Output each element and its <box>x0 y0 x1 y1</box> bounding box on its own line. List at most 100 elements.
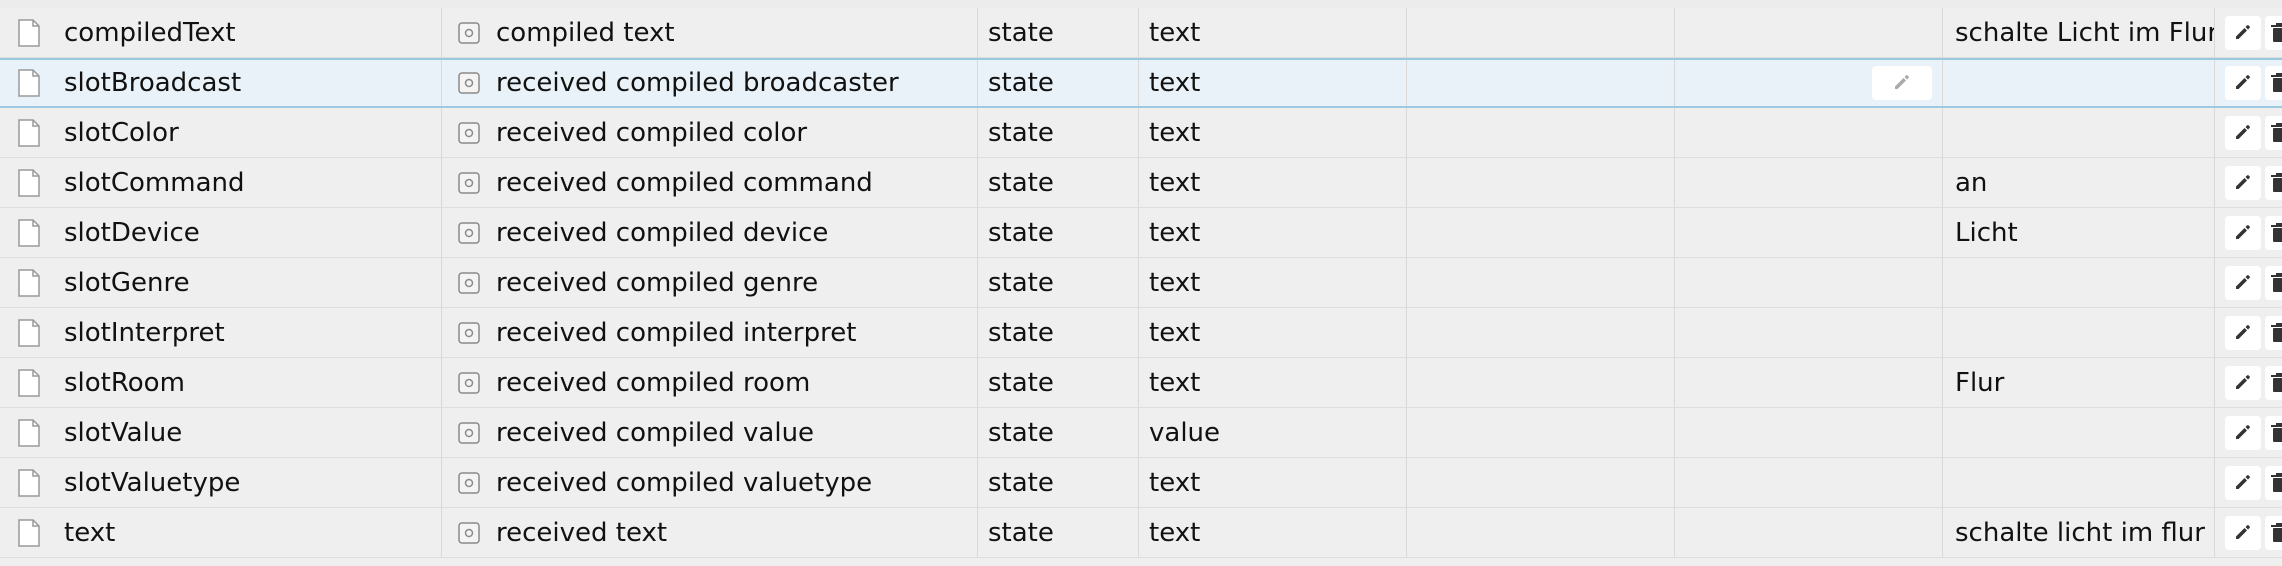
table-row[interactable]: slotCommand received compiled command stat… <box>0 158 2282 208</box>
cell-value[interactable] <box>1943 408 2215 457</box>
cell-id[interactable]: slotValuetype <box>0 458 442 507</box>
cell-id[interactable]: slotRoom <box>0 358 442 407</box>
cell-type[interactable]: state <box>978 408 1139 457</box>
delete-button[interactable] <box>2265 315 2282 350</box>
cell-role[interactable]: text <box>1139 108 1407 157</box>
cell-role[interactable]: value <box>1139 408 1407 457</box>
cell-function[interactable] <box>1675 408 1943 457</box>
cell-id[interactable]: slotValue <box>0 408 442 457</box>
edit-button[interactable] <box>2225 465 2261 500</box>
cell-name[interactable]: received text <box>442 508 978 557</box>
cell-type[interactable]: state <box>978 308 1139 357</box>
cell-type[interactable]: state <box>978 8 1139 57</box>
cell-name[interactable]: received compiled room <box>442 358 978 407</box>
cell-type[interactable]: state <box>978 258 1139 307</box>
cell-name[interactable]: received compiled device <box>442 208 978 257</box>
edit-button[interactable] <box>2225 165 2261 200</box>
cell-id[interactable]: slotColor <box>0 108 442 157</box>
cell-function[interactable] <box>1675 8 1943 57</box>
cell-room[interactable] <box>1407 408 1675 457</box>
cell-name[interactable]: received compiled valuetype <box>442 458 978 507</box>
delete-button[interactable] <box>2265 365 2282 400</box>
cell-name[interactable]: compiled text <box>442 8 978 57</box>
delete-button[interactable] <box>2265 115 2282 150</box>
edit-button[interactable] <box>2225 315 2261 350</box>
cell-function[interactable] <box>1675 60 1943 106</box>
cell-value[interactable]: Flur <box>1943 358 2215 407</box>
cell-type[interactable]: state <box>978 358 1139 407</box>
cell-function[interactable] <box>1675 108 1943 157</box>
cell-type[interactable]: state <box>978 60 1139 106</box>
cell-id[interactable]: slotCommand <box>0 158 442 207</box>
cell-room[interactable] <box>1407 158 1675 207</box>
cell-name[interactable]: received compiled broadcaster <box>442 60 978 106</box>
cell-role[interactable]: text <box>1139 258 1407 307</box>
delete-button[interactable] <box>2265 215 2282 250</box>
delete-button[interactable] <box>2265 66 2282 100</box>
edit-button[interactable] <box>2225 515 2261 550</box>
cell-type[interactable]: state <box>978 108 1139 157</box>
cell-name[interactable]: received compiled color <box>442 108 978 157</box>
cell-name[interactable]: received compiled genre <box>442 258 978 307</box>
cell-value[interactable]: Licht <box>1943 208 2215 257</box>
cell-type[interactable]: state <box>978 208 1139 257</box>
edit-button[interactable] <box>2225 115 2261 150</box>
delete-button[interactable] <box>2265 515 2282 550</box>
cell-name[interactable]: received compiled interpret <box>442 308 978 357</box>
table-row[interactable]: slotInterpret received compiled interpret… <box>0 308 2282 358</box>
table-row[interactable]: slotGenre received compiled genre state tex… <box>0 258 2282 308</box>
cell-room[interactable] <box>1407 508 1675 557</box>
cell-function[interactable] <box>1675 458 1943 507</box>
cell-function[interactable] <box>1675 358 1943 407</box>
cell-room[interactable] <box>1407 60 1675 106</box>
table-row[interactable]: slotDevice received compiled device state t… <box>0 208 2282 258</box>
cell-value[interactable] <box>1943 258 2215 307</box>
cell-type[interactable]: state <box>978 158 1139 207</box>
cell-role[interactable]: text <box>1139 158 1407 207</box>
cell-value[interactable]: schalte Licht im Flur an <box>1943 8 2215 57</box>
cell-name[interactable]: received compiled command <box>442 158 978 207</box>
cell-role[interactable]: text <box>1139 508 1407 557</box>
cell-type[interactable]: state <box>978 458 1139 507</box>
table-row[interactable]: slotColor received compiled color state tex… <box>0 108 2282 158</box>
cell-room[interactable] <box>1407 458 1675 507</box>
cell-id[interactable]: compiledText <box>0 8 442 57</box>
cell-function[interactable] <box>1675 158 1943 207</box>
delete-button[interactable] <box>2265 415 2282 450</box>
cell-id[interactable]: slotDevice <box>0 208 442 257</box>
cell-room[interactable] <box>1407 358 1675 407</box>
edit-button[interactable] <box>2225 215 2261 250</box>
cell-room[interactable] <box>1407 258 1675 307</box>
delete-button[interactable] <box>2265 465 2282 500</box>
table-row[interactable]: text received text state text schalte licht … <box>0 508 2282 558</box>
cell-value[interactable]: an <box>1943 158 2215 207</box>
table-row[interactable]: slotValuetype received compiled valuetype… <box>0 458 2282 508</box>
cell-id[interactable]: slotGenre <box>0 258 442 307</box>
cell-value[interactable]: schalte licht im flur an <box>1943 508 2215 557</box>
delete-button[interactable] <box>2265 165 2282 200</box>
cell-room[interactable] <box>1407 208 1675 257</box>
cell-function[interactable] <box>1675 258 1943 307</box>
cell-role[interactable]: text <box>1139 308 1407 357</box>
delete-button[interactable] <box>2265 15 2282 50</box>
cell-type[interactable]: state <box>978 508 1139 557</box>
cell-function[interactable] <box>1675 208 1943 257</box>
edit-function-button[interactable] <box>1872 66 1932 100</box>
cell-function[interactable] <box>1675 508 1943 557</box>
cell-value[interactable] <box>1943 108 2215 157</box>
cell-value[interactable] <box>1943 308 2215 357</box>
edit-button[interactable] <box>2225 265 2261 300</box>
cell-id[interactable]: slotBroadcast <box>0 60 442 106</box>
cell-value[interactable] <box>1943 458 2215 507</box>
table-row[interactable]: slotValue received compiled value state val… <box>0 408 2282 458</box>
cell-room[interactable] <box>1407 308 1675 357</box>
table-row[interactable]: slotBroadcast received compiled broadcast… <box>0 58 2282 108</box>
table-row[interactable]: compiledText compiled text state text schalt… <box>0 8 2282 58</box>
edit-button[interactable] <box>2225 66 2261 100</box>
cell-role[interactable]: text <box>1139 60 1407 106</box>
cell-value[interactable] <box>1943 60 2215 106</box>
cell-id[interactable]: text <box>0 508 442 557</box>
cell-function[interactable] <box>1675 308 1943 357</box>
cell-role[interactable]: text <box>1139 8 1407 57</box>
cell-id[interactable]: slotInterpret <box>0 308 442 357</box>
